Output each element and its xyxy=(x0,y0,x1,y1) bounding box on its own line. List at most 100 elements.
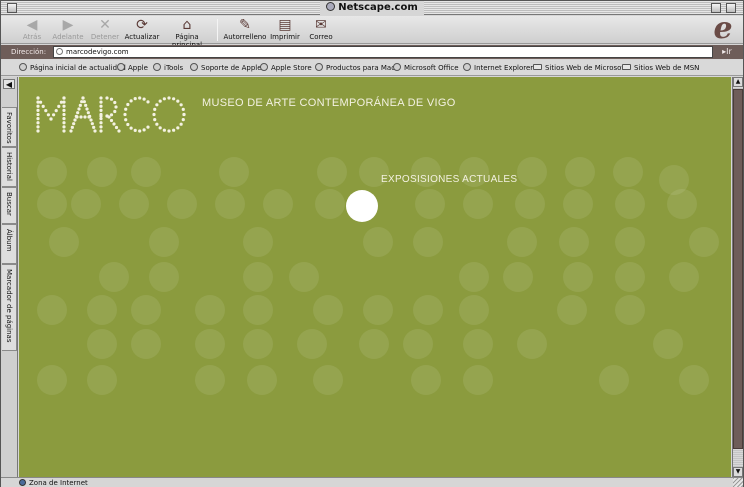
home-button[interactable]: ⌂ Página principal xyxy=(161,17,213,49)
autofill-icon: ✎ xyxy=(239,17,251,33)
print-label: Imprimir xyxy=(270,33,300,41)
logo-dot xyxy=(36,129,40,133)
logo-dot xyxy=(176,99,180,103)
logo-dot xyxy=(36,108,40,112)
background-dot xyxy=(679,365,709,395)
favorite-item[interactable]: Apple Store xyxy=(260,63,312,74)
logo-dot xyxy=(36,104,40,108)
tab-album[interactable]: Álbum xyxy=(2,224,17,264)
address-field[interactable]: marcodevigo.com xyxy=(53,46,713,58)
logo-dot xyxy=(62,117,66,121)
background-dot xyxy=(463,189,493,219)
favorite-item[interactable]: Soporte de Apple xyxy=(190,63,262,74)
white-circle-button[interactable] xyxy=(346,190,378,222)
background-dot xyxy=(359,329,389,359)
print-button[interactable]: ▤ Imprimir xyxy=(269,17,301,43)
logo-dot xyxy=(49,117,53,121)
logo-dot xyxy=(78,103,82,107)
logo-dot xyxy=(36,112,40,117)
background-dot xyxy=(87,329,117,359)
logo-dot xyxy=(133,97,137,101)
vertical-scrollbar[interactable]: ▲ ▼ xyxy=(732,77,743,477)
favorite-label: Soporte de Apple xyxy=(201,64,262,72)
title-bar[interactable]: Netscape.com xyxy=(1,1,743,15)
background-dot xyxy=(413,227,443,257)
tab-marcador-de-paginas[interactable]: Marcador de páginas xyxy=(2,264,17,351)
favorite-item[interactable]: Internet Explorer xyxy=(463,63,533,74)
logo-dot xyxy=(162,128,166,132)
background-dot xyxy=(363,295,393,325)
background-dot xyxy=(37,189,67,219)
refresh-button[interactable]: ⟳ Actualizar xyxy=(123,17,161,43)
background-dot xyxy=(517,329,547,359)
background-dot xyxy=(415,189,445,219)
logo-dot xyxy=(146,125,150,129)
logo-dot xyxy=(99,96,103,100)
back-button[interactable]: ◀ Atrás xyxy=(15,17,49,43)
favorite-item[interactable]: Página inicial de actualidad xyxy=(19,63,126,74)
logo-dot xyxy=(99,108,103,112)
logo-dot xyxy=(62,100,66,104)
forward-button[interactable]: ▶ Adelante xyxy=(51,17,85,43)
tab-historial[interactable]: Historial xyxy=(2,147,17,187)
logo-dot xyxy=(123,112,127,117)
favorite-folder[interactable]: Sitios Web de MSN xyxy=(622,63,699,74)
logo-dot xyxy=(109,113,114,117)
logo-dot xyxy=(82,100,86,104)
logo-dot xyxy=(158,126,162,130)
logo-dot xyxy=(62,96,66,100)
toolbar: ◀ Atrás ▶ Adelante ✕ Detener ⟳ Actualiza… xyxy=(1,14,743,49)
logo-dot xyxy=(85,107,89,111)
background-dot xyxy=(167,189,197,219)
background-dot xyxy=(615,189,645,219)
tab-buscar[interactable]: Buscar xyxy=(2,187,17,224)
logo-dot xyxy=(181,117,185,122)
link-icon xyxy=(260,63,268,71)
link-icon xyxy=(315,63,323,71)
background-dot xyxy=(653,329,683,359)
favorite-label: Página inicial de actualidad xyxy=(30,64,126,72)
background-dot xyxy=(87,365,117,395)
museum-title: MUSEO DE ARTE CONTEMPORÁNEA DE VIGO xyxy=(202,97,456,109)
logo-dot xyxy=(112,122,116,126)
logo-dot xyxy=(73,118,77,122)
logo-dot xyxy=(36,96,40,100)
favorite-item[interactable]: Microsoft Office xyxy=(393,63,459,74)
favorite-folder[interactable]: Sitios Web de Microsoft xyxy=(533,63,627,74)
logo-dot xyxy=(181,107,185,112)
favorite-label: iTools xyxy=(164,64,184,72)
background-dot xyxy=(37,295,67,325)
logo-dot xyxy=(89,118,93,122)
favorite-label: Apple xyxy=(128,64,148,72)
mail-button[interactable]: ✉ Correo xyxy=(307,17,335,43)
favorite-item[interactable]: Productos para Mac xyxy=(315,63,395,74)
scroll-thumb[interactable] xyxy=(733,89,743,449)
current-exhibitions-link[interactable]: EXPOSISIONES ACTUALES xyxy=(381,174,517,185)
background-dot xyxy=(313,365,343,395)
status-bar: Zona de Internet xyxy=(1,477,743,487)
home-icon: ⌂ xyxy=(182,17,192,33)
go-button[interactable]: ▸Ir xyxy=(715,46,739,58)
tab-favoritos[interactable]: Favoritos xyxy=(2,107,17,147)
resize-grip-icon[interactable] xyxy=(733,478,743,487)
background-dot xyxy=(503,262,533,292)
logo-dot xyxy=(62,112,66,117)
autofill-button[interactable]: ✎ Autorrelleno xyxy=(223,17,267,43)
logo-dot xyxy=(99,121,103,125)
favorite-label: Productos para Mac xyxy=(326,64,396,72)
logo-dot xyxy=(99,104,103,108)
logo-dot xyxy=(153,117,157,122)
background-dot xyxy=(563,262,593,292)
tab-label: Álbum xyxy=(5,229,13,252)
marco-logo[interactable] xyxy=(35,95,187,135)
background-dot xyxy=(289,262,319,292)
scroll-up-icon[interactable]: ▲ xyxy=(733,77,743,87)
favorite-item[interactable]: iTools xyxy=(153,63,183,74)
stop-button[interactable]: ✕ Detener xyxy=(89,17,121,43)
sidebar-toggle-icon[interactable]: ◀ xyxy=(3,79,15,89)
logo-dot xyxy=(142,128,146,132)
favorite-item[interactable]: Apple xyxy=(117,63,148,74)
scroll-down-icon[interactable]: ▼ xyxy=(733,467,743,477)
logo-dot xyxy=(114,125,119,130)
background-dot xyxy=(403,329,433,359)
